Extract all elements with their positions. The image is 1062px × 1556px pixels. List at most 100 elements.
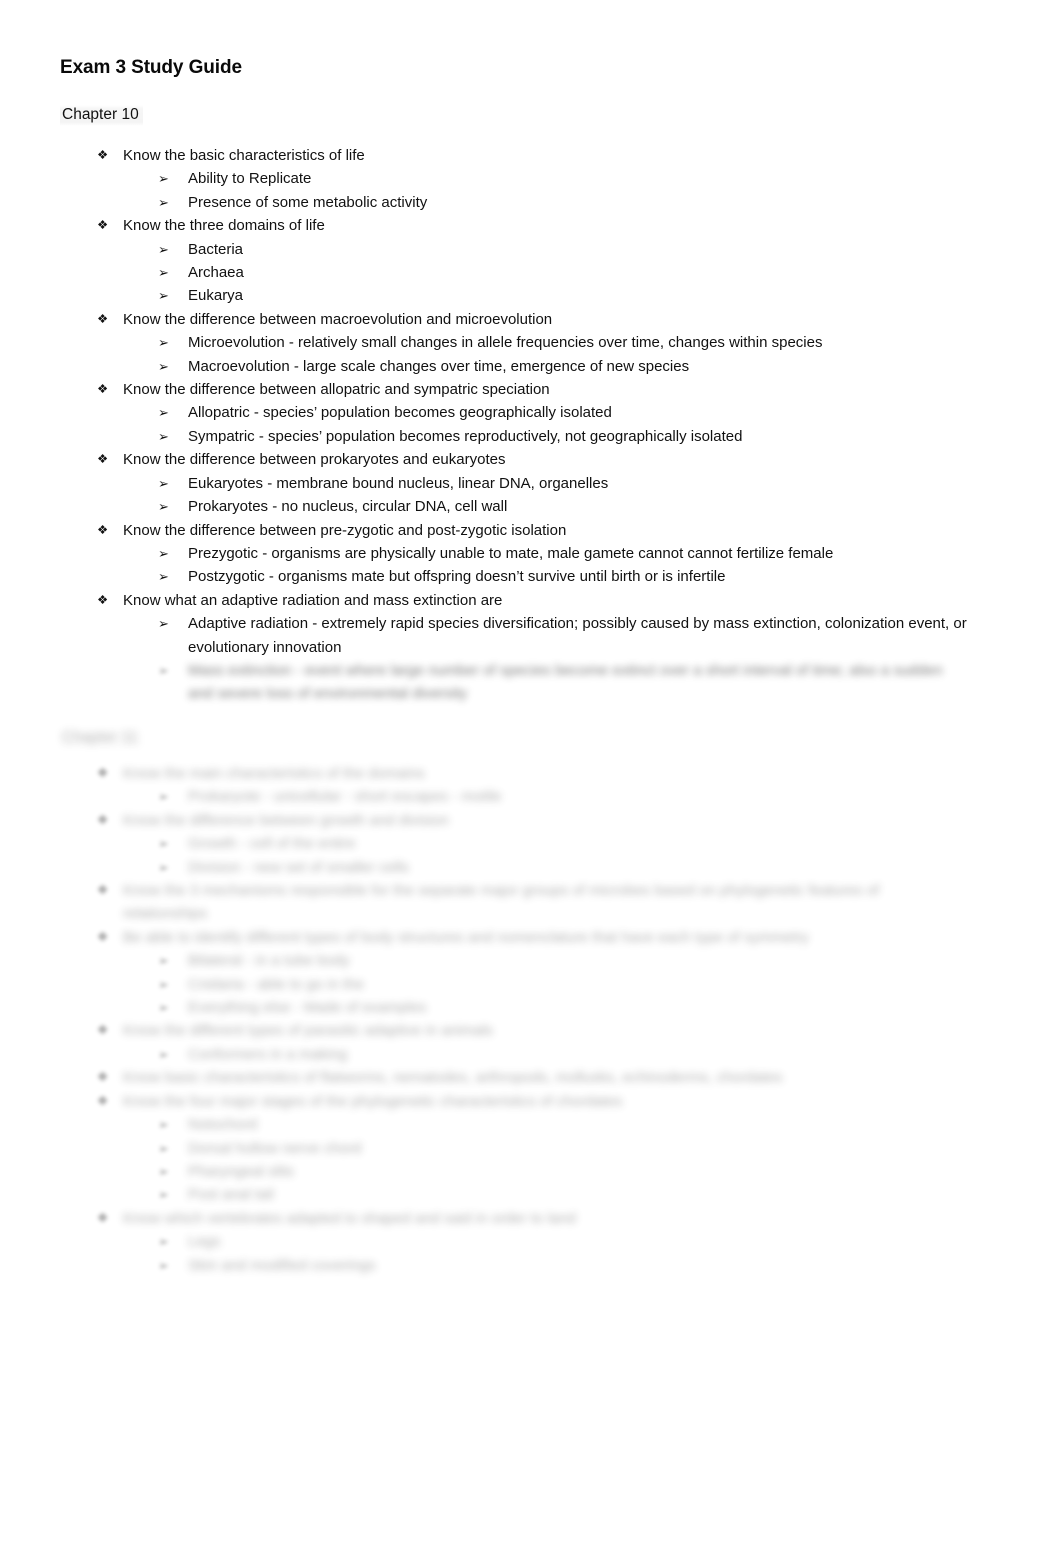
list-item-label: Legs [188, 1233, 221, 1251]
arrow-bullet-icon: ➢ [158, 545, 169, 561]
list-item-label: Pharyngeal slits [188, 1162, 294, 1180]
arrow-bullet-icon: ➢ [158, 358, 169, 374]
arrow-bullet-icon: ➢ [158, 662, 169, 678]
list-item-label: Know the basic characteristics of life [123, 147, 365, 164]
list-item: ➢ Bilateral - in a tube body [0, 949, 1062, 972]
arrow-bullet-icon: ➢ [158, 1046, 169, 1062]
list-item-label: Division - new set of smaller cells [188, 858, 409, 876]
list-item: ➢ Skin and modified coverings [0, 1254, 1062, 1277]
arrow-bullet-icon: ➢ [158, 976, 169, 992]
list-item-label: Know the different types of parasitic ad… [123, 1022, 493, 1040]
diamond-bullet-icon: ❖ [97, 929, 109, 944]
list-item-label: Know the four major stages of the phylog… [123, 1092, 623, 1110]
list-item-label: Notochord [188, 1116, 258, 1134]
diamond-bullet-icon: ❖ [97, 592, 109, 607]
list-item: ➢ Conformers in a making [0, 1043, 1062, 1066]
list-item: ❖ Know the 3 mechanisms responsible for t… [0, 879, 1062, 926]
list-item: ➢ Presence of some metabolic activity [0, 191, 1062, 214]
list-item: ❖ Know the difference between macroevolut… [0, 308, 1062, 331]
arrow-bullet-icon: ➢ [158, 836, 169, 852]
arrow-bullet-icon: ➢ [158, 171, 169, 187]
list-item: ➢ Microevolution - relatively small chang… [0, 331, 1062, 354]
list-item-label: Know the three domains of life [123, 217, 325, 235]
arrow-bullet-icon: ➢ [158, 265, 169, 281]
list-item-label: Know the difference between prokaryotes … [123, 451, 506, 469]
arrow-bullet-icon: ➢ [158, 1187, 169, 1203]
list-item-label: Mass extinction - event where large numb… [188, 661, 943, 703]
outline-list-chapter-11: ❖ Know the main characteristics of the do… [0, 762, 1062, 1277]
list-item-label: Prezygotic - organisms are physically un… [188, 544, 834, 562]
list-item-label: Dorsal hollow nerve chord [188, 1139, 362, 1157]
list-item: ❖ Know the different types of parasitic a… [0, 1019, 1062, 1042]
list-item-label: Post anal tail [188, 1186, 274, 1204]
list-item: ❖ Know the difference between allopatric … [0, 378, 1062, 401]
diamond-bullet-icon: ❖ [97, 311, 109, 326]
list-item-label: Know the difference between growth and d… [123, 811, 449, 829]
arrow-bullet-icon: ➢ [158, 789, 169, 805]
arrow-bullet-icon: ➢ [158, 194, 169, 210]
arrow-bullet-icon: ➢ [158, 241, 169, 257]
arrow-bullet-icon: ➢ [158, 616, 169, 632]
list-item: ➢ Ability to Replicate [0, 167, 1062, 190]
list-item: ❖ Know the main characteristics of the do… [0, 762, 1062, 785]
list-item: ❖ Know the three domains of life [0, 214, 1062, 237]
arrow-bullet-icon: ➢ [158, 475, 169, 491]
list-item: ➢ Dorsal hollow nerve chord [0, 1137, 1062, 1160]
list-item-label: Microevolution - relatively small change… [188, 334, 823, 352]
list-item-label: Sympatric - species’ population becomes … [188, 427, 743, 445]
list-item: ➢ Prokaryote - unicellular - short escape… [0, 785, 1062, 808]
list-item: ❖ Know which vertebrates adapted to shape… [0, 1207, 1062, 1230]
list-item: ❖ Be able to identify different types of … [0, 926, 1062, 949]
arrow-bullet-icon: ➢ [158, 1000, 169, 1016]
list-item-label: Be able to identify different types of b… [123, 928, 809, 946]
list-item-label: Conformers in a making [188, 1045, 348, 1063]
list-item-label: Prokaryote - unicellular - short escapes… [188, 788, 502, 806]
arrow-bullet-icon: ➢ [158, 1140, 169, 1156]
list-item: ❖ Know the difference between growth and … [0, 809, 1062, 832]
arrow-bullet-icon: ➢ [158, 335, 169, 351]
diamond-bullet-icon: ❖ [97, 883, 109, 898]
list-item-label: Know the 3 mechanisms responsible for th… [123, 882, 880, 923]
list-item: ❖ Know the difference between prokaryotes… [0, 448, 1062, 471]
list-item: ➢ Legs [0, 1230, 1062, 1253]
list-item: ➢ Eukarya [0, 284, 1062, 307]
list-item: ❖ Know what an adaptive radiation and mas… [0, 589, 1062, 612]
list-item: ➢ Adaptive radiation - extremely rapid sp… [0, 612, 1062, 659]
list-item-label: Know basic characteristics of flatworms,… [123, 1069, 783, 1087]
list-item-label: Adaptive radiation - extremely rapid spe… [188, 615, 967, 656]
list-item: ➢ Postzygotic - organisms mate but offspr… [0, 565, 1062, 588]
diamond-bullet-icon: ❖ [97, 1210, 109, 1225]
list-item: ➢ Division - new set of smaller cells [0, 856, 1062, 879]
diamond-bullet-icon: ❖ [97, 218, 109, 233]
list-item-label: Bacteria [188, 240, 244, 258]
list-item: ❖ Know the four major stages of the phylo… [0, 1090, 1062, 1113]
list-item: ➢ Prokaryotes - no nucleus, circular DNA,… [0, 495, 1062, 518]
document-page: Exam 3 Study Guide Chapter 10 ❖ Know the … [0, 0, 1062, 1556]
page-title: Exam 3 Study Guide [60, 57, 242, 78]
list-item: ➢ Mass extinction - event where large num… [0, 659, 1062, 706]
arrow-bullet-icon: ➢ [158, 428, 169, 444]
arrow-bullet-icon: ➢ [158, 859, 169, 875]
list-item: ➢ Prezygotic - organisms are physically u… [0, 542, 1062, 565]
arrow-bullet-icon: ➢ [158, 1117, 169, 1133]
list-item: ➢ Bacteria [0, 238, 1062, 261]
diamond-bullet-icon: ❖ [97, 766, 109, 780]
list-item-label: Know the main characteristics of the dom… [123, 765, 425, 782]
list-item-label: Allopatric - species’ population becomes… [188, 404, 612, 422]
list-item: ➢ Cnidaria - able to go in the [0, 973, 1062, 996]
outline-list-chapter-10: ❖ Know the basic characteristics of life ➢… [0, 144, 1062, 706]
diamond-bullet-icon: ❖ [97, 1093, 109, 1108]
list-item: ➢ Post anal tail [0, 1183, 1062, 1206]
arrow-bullet-icon: ➢ [158, 405, 169, 421]
list-item-label: Know the difference between macroevoluti… [123, 310, 553, 328]
list-item-label: Know the difference between pre-zygotic … [123, 521, 567, 539]
list-item-label: Everything else - Made of examples [188, 999, 427, 1017]
arrow-bullet-icon: ➢ [158, 288, 169, 304]
chapter-heading-10: Chapter 10 [60, 105, 143, 126]
diamond-bullet-icon: ❖ [97, 522, 109, 537]
arrow-bullet-icon: ➢ [158, 953, 169, 969]
list-item: ❖ Know the difference between pre-zygotic… [0, 519, 1062, 542]
diamond-bullet-icon: ❖ [97, 382, 109, 397]
arrow-bullet-icon: ➢ [158, 1257, 169, 1273]
list-item: ➢ Everything else - Made of examples [0, 996, 1062, 1019]
